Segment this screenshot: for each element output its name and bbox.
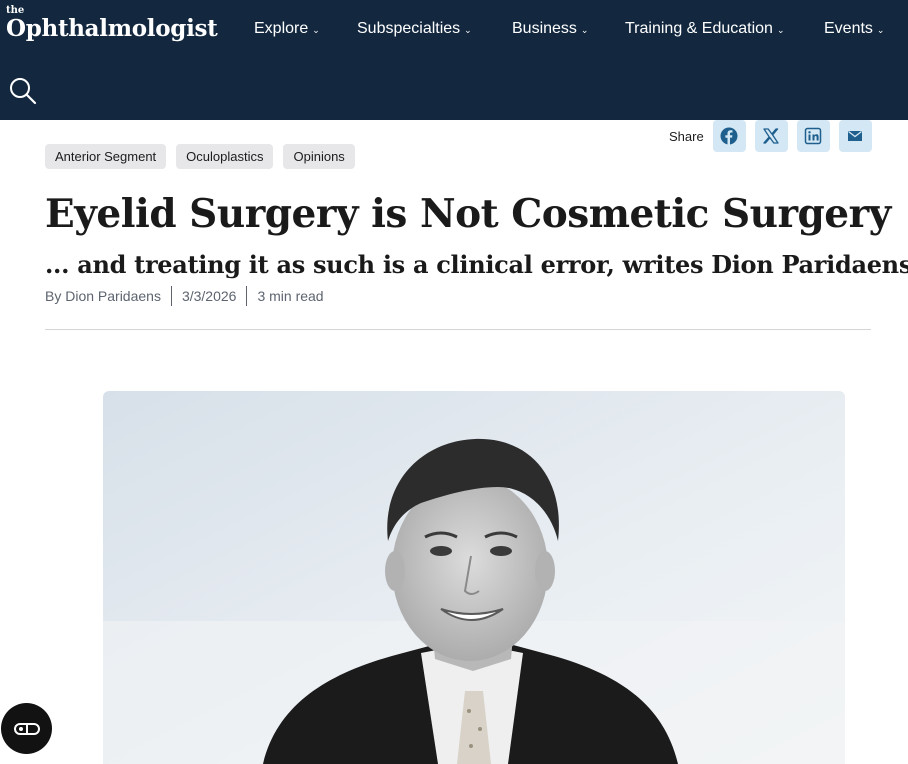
article-date: 3/3/2026 — [181, 288, 237, 304]
portrait-illustration — [103, 391, 845, 764]
meta-divider — [246, 286, 248, 306]
nav-label: Subspecialties — [357, 20, 461, 37]
search-button[interactable] — [8, 76, 38, 106]
main-nav: Explore ⌄ Subspecialties ⌄ Business ⌄ Tr… — [254, 18, 894, 40]
chevron-down-icon: ⌄ — [776, 24, 785, 35]
nav-label: Events — [824, 20, 873, 37]
chevron-down-icon: ⌄ — [464, 24, 472, 35]
chevron-down-icon: ⌄ — [876, 24, 885, 35]
nav-explore[interactable]: Explore ⌄ — [254, 18, 357, 40]
email-icon — [848, 130, 863, 141]
chevron-down-icon: ⌄ — [580, 24, 589, 35]
share-label: Share — [669, 128, 704, 144]
article-read-time: 3 min read — [257, 288, 324, 304]
nav-label: Explore — [254, 20, 309, 37]
nav-events[interactable]: Events ⌄ — [824, 18, 894, 40]
linkedin-icon — [804, 127, 822, 145]
article-subtitle: ... and treating it as such is a clinica… — [45, 250, 908, 279]
author-portrait-image — [103, 391, 845, 764]
article-author[interactable]: By Dion Paridaens — [45, 288, 161, 304]
header-divider — [45, 329, 871, 330]
share-email-button[interactable] — [838, 120, 872, 152]
facebook-icon — [720, 127, 738, 145]
share-facebook-button[interactable] — [712, 120, 746, 152]
chevron-down-icon: ⌄ — [312, 24, 320, 35]
site-logo[interactable]: the Ophthalmologist — [6, 6, 218, 42]
share-linkedin-button[interactable] — [796, 120, 830, 152]
search-icon — [10, 78, 37, 105]
nav-training-education[interactable]: Training & Education ⌄ — [625, 18, 824, 40]
nav-label: Training & Education — [625, 20, 773, 37]
x-icon — [763, 128, 779, 144]
meta-divider — [170, 286, 172, 306]
share-x-button[interactable] — [754, 120, 788, 152]
accessibility-icon — [13, 722, 40, 735]
logo-name: Ophthalmologist — [6, 15, 218, 42]
share-bar: Share — [669, 120, 872, 152]
nav-label: Business — [512, 20, 577, 37]
nav-business[interactable]: Business ⌄ — [512, 18, 625, 40]
article-tags: Anterior Segment Oculoplastics Opinions — [45, 144, 355, 169]
tag-opinions[interactable]: Opinions — [283, 144, 355, 169]
nav-subspecialties[interactable]: Subspecialties ⌄ — [357, 18, 512, 40]
article-title: Eyelid Surgery is Not Cosmetic Surgery — [45, 191, 891, 237]
tag-anterior-segment[interactable]: Anterior Segment — [45, 144, 167, 169]
tag-oculoplastics[interactable]: Oculoplastics — [176, 144, 274, 169]
article-meta: By Dion Paridaens 3/3/2026 3 min read — [45, 286, 324, 306]
accessibility-button[interactable] — [1, 703, 52, 754]
site-header: the Ophthalmologist Explore ⌄ Subspecial… — [0, 0, 908, 120]
